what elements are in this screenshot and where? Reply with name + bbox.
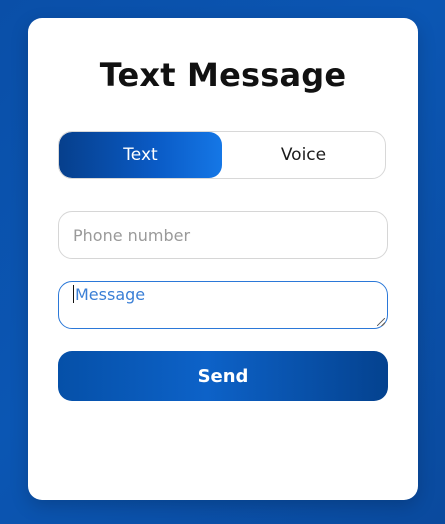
message-placeholder: Message	[75, 285, 146, 304]
mode-toggle: Text Voice	[58, 131, 386, 179]
phone-number-input[interactable]: Phone number	[58, 211, 388, 259]
phone-number-placeholder: Phone number	[73, 225, 191, 245]
toggle-voice-option[interactable]: Voice	[222, 132, 385, 178]
text-message-card: Text Message Text Voice Phone number Mes…	[28, 18, 418, 500]
page-title: Text Message	[99, 56, 347, 94]
resize-grip-icon[interactable]	[377, 318, 385, 326]
text-caret	[73, 285, 74, 303]
send-button[interactable]: Send	[58, 351, 388, 401]
message-textarea[interactable]: Message	[58, 281, 388, 329]
toggle-text-option[interactable]: Text	[59, 132, 222, 178]
